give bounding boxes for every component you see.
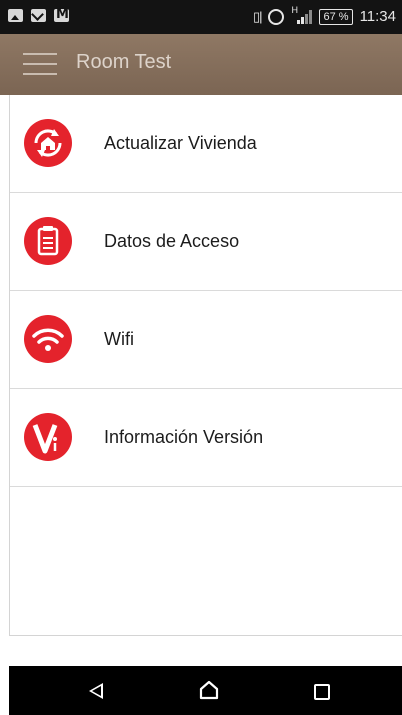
menu-item-actualizar-vivienda[interactable]: Actualizar Vivienda	[10, 95, 402, 193]
image-icon	[8, 9, 23, 22]
menu-item-informacion-version[interactable]: Información Versión	[10, 389, 402, 487]
clipboard-icon	[24, 217, 72, 265]
recent-apps-icon[interactable]	[314, 684, 330, 700]
refresh-home-icon	[24, 119, 72, 167]
gmail-icon	[54, 7, 69, 22]
menu-item-label: Información Versión	[104, 427, 264, 447]
menu-item-wifi[interactable]: Wifi	[10, 291, 402, 389]
clock: 11:34	[359, 8, 396, 25]
alarm-icon	[268, 8, 285, 25]
app-title: Room Test	[76, 51, 172, 73]
navigation-bar	[9, 666, 402, 715]
vibrate-icon: ▯|	[252, 8, 262, 24]
app-bar: Room Test	[0, 34, 402, 95]
mail-icon	[31, 9, 46, 22]
menu-list: Actualizar Vivienda Datos de Acceso Wifi	[9, 95, 402, 636]
back-icon[interactable]	[89, 683, 103, 699]
menu-item-label: Wifi	[104, 329, 134, 349]
menu-item-label: Datos de Acceso	[104, 231, 240, 251]
menu-item-datos-de-acceso[interactable]: Datos de Acceso	[10, 193, 402, 291]
signal-icon: H	[291, 5, 313, 24]
network-type: H	[291, 4, 298, 15]
status-bar: ▯| H 67 % 11:34	[0, 0, 402, 34]
battery-indicator: 67 %	[319, 8, 353, 25]
home-icon[interactable]	[199, 680, 219, 700]
hamburger-menu-icon[interactable]	[23, 53, 57, 75]
menu-item-label: Actualizar Vivienda	[104, 133, 257, 153]
version-info-icon	[24, 413, 72, 461]
wifi-icon	[24, 315, 72, 363]
